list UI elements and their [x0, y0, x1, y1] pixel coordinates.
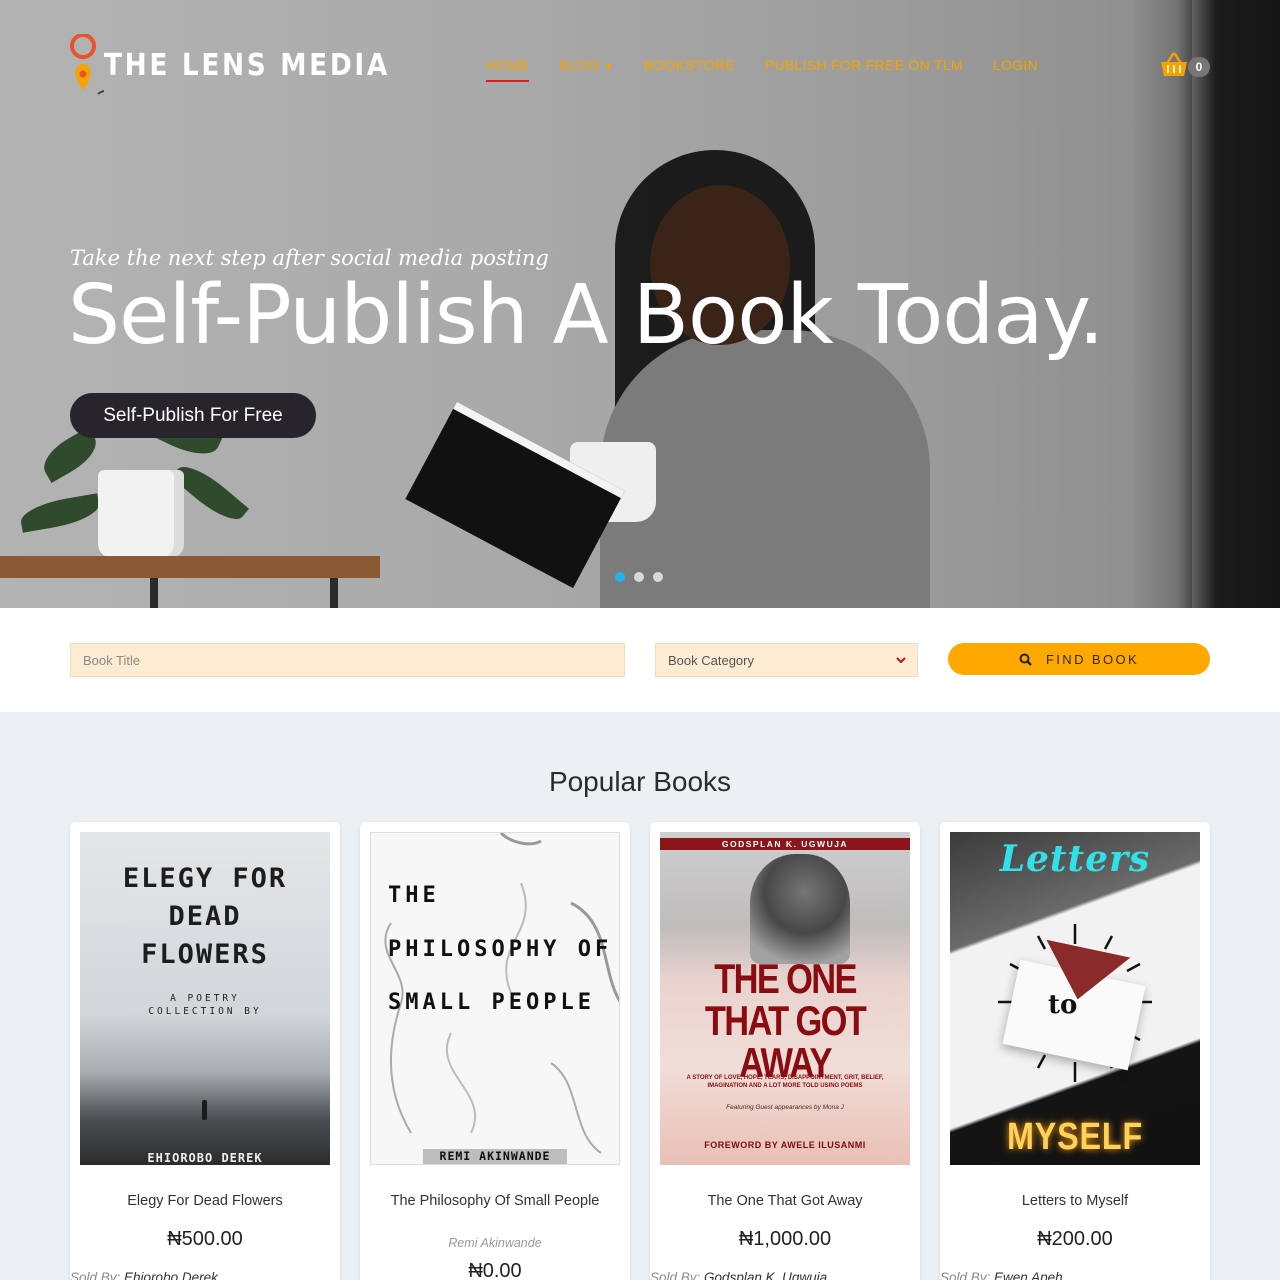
carousel-dot-1[interactable]	[615, 572, 625, 582]
book-card[interactable]: THE PHILOSOPHY OF SMALL PEOPLE REMI AKIN…	[360, 822, 630, 1280]
sold-by: Sold By: Ehiorobo Derek	[70, 1270, 218, 1280]
basket-icon	[1161, 52, 1187, 76]
carousel-dot-2[interactable]	[634, 572, 644, 582]
book-price: ₦1,000.00	[738, 1228, 832, 1250]
cover-foreword: FOREWORD BY AWELE ILUSANMI	[704, 1140, 866, 1150]
nav-blog[interactable]: BLOG ▼	[559, 57, 614, 73]
site-logo[interactable]: THE LENS MEDIA	[70, 33, 387, 100]
cover-figure	[202, 1100, 207, 1120]
book-price: ₦200.00	[1037, 1228, 1113, 1250]
location-pin-icon	[70, 33, 155, 96]
nav-home[interactable]: HOME	[486, 57, 530, 82]
book-card[interactable]: ELEGY FOR DEAD FLOWERS A POETRY COLLECTI…	[70, 822, 340, 1280]
cover-title: ELEGY FOR DEAD FLOWERS	[122, 863, 288, 970]
cover-subtitle: A STORY OF LOVE, HOPE, TEARS, DISAPPOINT…	[686, 1075, 884, 1089]
nav-login[interactable]: LOGIN	[993, 57, 1038, 73]
book-cover[interactable]: GODSPLAN K. UGWUJA THE ONE THAT GOT AWAY…	[660, 832, 910, 1165]
table-leg	[330, 578, 338, 608]
book-card[interactable]: Letters to MYSELF Letters to Myself ₦200…	[940, 822, 1210, 1280]
carousel-dot-3[interactable]	[653, 572, 663, 582]
sold-by: Sold By: Godsplan K. Ugwuja	[650, 1270, 827, 1280]
cover-title: THE ONE THAT GOT AWAY	[704, 955, 867, 1086]
cover-title-bottom: MYSELF	[1006, 1116, 1144, 1158]
cart-button[interactable]	[1160, 52, 1188, 82]
sold-by: Sold By: Ewen Apeh	[940, 1270, 1063, 1280]
cover-portrait	[750, 854, 850, 964]
book-title[interactable]: Letters to Myself	[960, 1192, 1190, 1210]
sold-by-label: Sold By:	[650, 1270, 701, 1280]
cover-featuring: Featuring Guest appearances by Mona J	[726, 1104, 844, 1111]
book-author[interactable]: Remi Akinwande	[360, 1236, 630, 1250]
sold-by-label: Sold By:	[70, 1270, 121, 1280]
caret-down-icon: ▼	[603, 62, 614, 73]
popular-books-heading: Popular Books	[548, 766, 732, 797]
nav-blog-label: BLOG	[559, 57, 600, 73]
book-price: ₦500.00	[167, 1228, 243, 1250]
book-title-input[interactable]: Book Title	[70, 643, 625, 677]
cover-author: GODSPLAN K. UGWUJA	[660, 838, 910, 850]
hero-banner: THE LENS MEDIA HOME BLOG ▼ BOOKSTORE PUB…	[0, 0, 1280, 608]
chevron-down-icon	[896, 657, 906, 664]
plant-leaf	[18, 493, 102, 533]
self-publish-button[interactable]: Self-Publish For Free	[70, 393, 316, 438]
sold-by-label: Sold By:	[940, 1270, 991, 1280]
book-title[interactable]: Elegy For Dead Flowers	[90, 1192, 320, 1210]
nav-publish[interactable]: PUBLISH FOR FREE ON TLM	[765, 57, 963, 73]
wall-shadow	[1132, 0, 1192, 608]
book-price: ₦0.00	[468, 1260, 522, 1280]
book-title[interactable]: The One That Got Away	[670, 1192, 900, 1210]
book-category-value: Book Category	[668, 652, 754, 668]
cover-title-mid: to	[1048, 990, 1078, 1020]
book-cover[interactable]: Letters to MYSELF	[950, 832, 1200, 1165]
book-title[interactable]: The Philosophy Of Small People	[380, 1192, 610, 1210]
book-search-bar: Book Title Book Category FIND BOOK	[0, 608, 1280, 712]
book-cover[interactable]: ELEGY FOR DEAD FLOWERS A POETRY COLLECTI…	[80, 832, 330, 1165]
main-nav: HOME BLOG ▼ BOOKSTORE PUBLISH FOR FREE O…	[486, 57, 1038, 82]
find-book-label: FIND BOOK	[1045, 651, 1140, 667]
hero-tagline: Take the next step after social media po…	[70, 246, 549, 270]
side-table	[0, 556, 380, 578]
seller-name[interactable]: Ehiorobo Derek	[124, 1270, 218, 1280]
book-category-select[interactable]: Book Category	[655, 643, 918, 677]
open-book	[405, 401, 625, 589]
cover-subtitle: A POETRY COLLECTION BY	[148, 993, 262, 1017]
book-card[interactable]: GODSPLAN K. UGWUJA THE ONE THAT GOT AWAY…	[650, 822, 920, 1280]
hero-headline: Self-Publish A Book Today.	[68, 268, 1104, 363]
cover-author: EHIOROBO DEREK	[147, 1151, 263, 1165]
nav-bookstore[interactable]: BOOKSTORE	[644, 57, 735, 73]
brand-name: THE LENS MEDIA	[104, 48, 390, 83]
search-icon	[1019, 653, 1032, 666]
book-cover[interactable]: THE PHILOSOPHY OF SMALL PEOPLE REMI AKIN…	[370, 832, 620, 1165]
find-book-button[interactable]: FIND BOOK	[948, 643, 1210, 675]
cover-title: THE PHILOSOPHY OF SMALL PEOPLE	[388, 883, 613, 1015]
table-leg	[150, 578, 158, 608]
seller-name[interactable]: Ewen Apeh	[994, 1270, 1063, 1280]
plant-pot	[98, 470, 184, 558]
cart-count-badge: 0	[1188, 57, 1210, 77]
carousel-dots	[615, 572, 663, 582]
seller-name[interactable]: Godsplan K. Ugwuja	[704, 1270, 827, 1280]
cover-author: REMI AKINWANDE	[423, 1149, 567, 1164]
